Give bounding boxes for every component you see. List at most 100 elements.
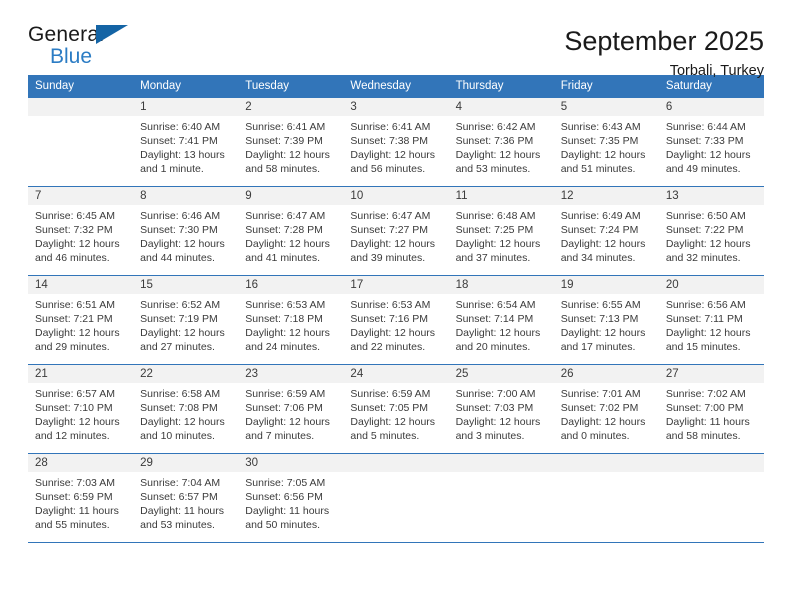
calendar-day-cell[interactable]: 26 Sunrise: 7:01 AM Sunset: 7:02 PM Dayligh…	[553, 364, 659, 454]
calendar-day-cell[interactable]: 24 Sunrise: 6:59 AM Sunset: 7:05 PM Dayligh…	[343, 364, 449, 454]
calendar-day-cell[interactable]: 18 Sunrise: 6:54 AM Sunset: 7:14 PM Dayligh…	[448, 275, 554, 365]
calendar-day-cell[interactable]: 22 Sunrise: 6:58 AM Sunset: 7:08 PM Dayligh…	[133, 364, 239, 454]
day-details	[554, 472, 659, 476]
day-number: 21	[28, 365, 134, 383]
day-number: 3	[343, 98, 449, 116]
calendar-day-cell[interactable]: 19 Sunrise: 6:55 AM Sunset: 7:13 PM Dayligh…	[553, 275, 659, 365]
calendar-day-cell[interactable]: 4 Sunrise: 6:42 AM Sunset: 7:36 PM Daylight…	[448, 97, 554, 187]
day-number: 30	[238, 454, 344, 472]
title-block: September 2025 Torbali, Turkey	[564, 24, 764, 79]
day-detail-line: Sunset: 7:32 PM	[35, 224, 113, 236]
calendar-day-cell[interactable]: 16 Sunrise: 6:53 AM Sunset: 7:18 PM Dayligh…	[238, 275, 344, 365]
calendar-day-cell[interactable]: 2 Sunrise: 6:41 AM Sunset: 7:39 PM Daylight…	[238, 97, 344, 187]
day-number: 1	[133, 98, 239, 116]
day-detail-line: Daylight: 12 hours	[455, 149, 541, 161]
calendar-week-row: 1 Sunrise: 6:40 AM Sunset: 7:41 PM Daylight…	[28, 97, 764, 187]
calendar-day-cell[interactable]: 13 Sunrise: 6:50 AM Sunset: 7:22 PM Dayligh…	[658, 186, 764, 276]
day-details: Sunrise: 6:56 AM Sunset: 7:11 PM Daylight:…	[659, 294, 764, 354]
calendar-week-row: 7 Sunrise: 6:45 AM Sunset: 7:32 PM Daylight…	[28, 186, 764, 276]
day-detail-line: Sunrise: 6:53 AM	[245, 299, 326, 311]
calendar-day-cell[interactable]: 25 Sunrise: 7:00 AM Sunset: 7:03 PM Dayligh…	[448, 364, 554, 454]
calendar-day-cell[interactable]: 11 Sunrise: 6:48 AM Sunset: 7:25 PM Dayligh…	[448, 186, 554, 276]
day-number: 4	[448, 98, 554, 116]
day-detail-line: and 5 minutes.	[350, 430, 420, 442]
day-detail-line: Sunset: 7:11 PM	[665, 313, 743, 325]
day-detail-line: Sunrise: 6:59 AM	[350, 388, 431, 400]
day-detail-line: and 53 minutes.	[140, 519, 215, 531]
day-details: Sunrise: 6:58 AM Sunset: 7:08 PM Daylight:…	[133, 383, 238, 443]
calendar-week-row: 21 Sunrise: 6:57 AM Sunset: 7:10 PM Dayligh…	[28, 364, 764, 454]
day-detail-line: Sunrise: 7:02 AM	[665, 388, 746, 400]
calendar-day-cell[interactable]: 14 Sunrise: 6:51 AM Sunset: 7:21 PM Dayligh…	[28, 275, 134, 365]
day-details	[28, 116, 133, 120]
day-number: 13	[658, 187, 764, 205]
day-details: Sunrise: 6:59 AM Sunset: 7:06 PM Daylight:…	[238, 383, 343, 443]
day-detail-line: Daylight: 11 hours	[245, 505, 330, 517]
day-detail-line: Sunrise: 6:46 AM	[140, 210, 221, 222]
day-number: 17	[343, 276, 449, 294]
calendar-day-cell[interactable]: 7 Sunrise: 6:45 AM Sunset: 7:32 PM Daylight…	[28, 186, 134, 276]
day-detail-line: and 12 minutes.	[35, 430, 110, 442]
day-details: Sunrise: 7:00 AM Sunset: 7:03 PM Daylight:…	[449, 383, 554, 443]
day-detail-line: Sunrise: 7:03 AM	[35, 477, 115, 489]
day-detail-line: Sunrise: 6:41 AM	[245, 121, 326, 133]
calendar-day-cell[interactable]: 21 Sunrise: 6:57 AM Sunset: 7:10 PM Dayligh…	[28, 364, 134, 454]
day-detail-line: Sunset: 7:33 PM	[665, 135, 744, 147]
day-details: Sunrise: 6:46 AM Sunset: 7:30 PM Daylight:…	[133, 205, 238, 265]
day-details: Sunrise: 6:48 AM Sunset: 7:25 PM Daylight:…	[449, 205, 554, 265]
day-detail-line: Sunrise: 6:42 AM	[455, 121, 536, 133]
day-detail-line: Sunrise: 6:44 AM	[665, 121, 746, 133]
calendar-week-row: 14 Sunrise: 6:51 AM Sunset: 7:21 PM Dayligh…	[28, 275, 764, 365]
calendar-day-cell[interactable]: 23 Sunrise: 6:59 AM Sunset: 7:06 PM Dayligh…	[238, 364, 344, 454]
day-detail-line: Daylight: 12 hours	[350, 149, 436, 161]
calendar-day-cell[interactable]: 8 Sunrise: 6:46 AM Sunset: 7:30 PM Daylight…	[133, 186, 239, 276]
day-detail-line: Sunset: 7:25 PM	[455, 224, 534, 236]
day-detail-line: Sunrise: 6:51 AM	[35, 299, 115, 311]
calendar-day-cell[interactable]: 27 Sunrise: 7:02 AM Sunset: 7:00 PM Dayligh…	[658, 364, 764, 454]
day-detail-line: Sunrise: 6:49 AM	[560, 210, 641, 222]
day-detail-line: Sunset: 7:06 PM	[245, 402, 323, 414]
day-number: 8	[133, 187, 239, 205]
day-details: Sunrise: 7:02 AM Sunset: 7:00 PM Daylight:…	[659, 383, 764, 443]
calendar-day-cell[interactable]: 17 Sunrise: 6:53 AM Sunset: 7:16 PM Dayligh…	[343, 275, 449, 365]
brand-logo[interactable]: General Blue	[28, 24, 148, 74]
day-detail-line: Sunrise: 7:01 AM	[560, 388, 641, 400]
day-detail-line: and 34 minutes.	[560, 252, 636, 264]
day-detail-line: and 46 minutes.	[35, 252, 110, 264]
day-detail-line: Sunset: 7:28 PM	[245, 224, 323, 236]
day-detail-line: and 49 minutes.	[665, 163, 741, 175]
day-number: 11	[448, 187, 554, 205]
day-detail-line: Sunset: 7:03 PM	[455, 402, 534, 414]
calendar-day-cell[interactable]: 20 Sunrise: 6:56 AM Sunset: 7:11 PM Dayligh…	[658, 275, 764, 365]
calendar-day-cell[interactable]: 12 Sunrise: 6:49 AM Sunset: 7:24 PM Dayligh…	[553, 186, 659, 276]
calendar-day-cell[interactable]: 30 Sunrise: 7:05 AM Sunset: 6:56 PM Dayligh…	[238, 453, 344, 543]
calendar-day-cell[interactable]: 6 Sunrise: 6:44 AM Sunset: 7:33 PM Daylight…	[658, 97, 764, 187]
day-detail-line: Sunset: 7:00 PM	[665, 402, 744, 414]
day-detail-line: Daylight: 12 hours	[455, 327, 541, 339]
day-detail-line: Sunset: 7:36 PM	[455, 135, 534, 147]
day-detail-line: Sunset: 7:10 PM	[35, 402, 113, 414]
weekday-header-sunday: Sunday	[28, 75, 134, 98]
day-detail-line: and 20 minutes.	[455, 341, 531, 353]
calendar-day-cell[interactable]: 3 Sunrise: 6:41 AM Sunset: 7:38 PM Daylight…	[343, 97, 449, 187]
day-details: Sunrise: 6:54 AM Sunset: 7:14 PM Daylight:…	[449, 294, 554, 354]
day-number: 6	[658, 98, 764, 116]
calendar-day-cell[interactable]: 29 Sunrise: 7:04 AM Sunset: 6:57 PM Dayligh…	[133, 453, 239, 543]
calendar-day-cell[interactable]: 28 Sunrise: 7:03 AM Sunset: 6:59 PM Dayligh…	[28, 453, 134, 543]
calendar-day-cell[interactable]: 1 Sunrise: 6:40 AM Sunset: 7:41 PM Daylight…	[133, 97, 239, 187]
calendar-day-cell[interactable]: 9 Sunrise: 6:47 AM Sunset: 7:28 PM Daylight…	[238, 186, 344, 276]
day-details	[343, 472, 448, 476]
day-number: 26	[553, 365, 659, 383]
calendar-day-cell[interactable]: 5 Sunrise: 6:43 AM Sunset: 7:35 PM Daylight…	[553, 97, 659, 187]
day-detail-line: Sunrise: 6:47 AM	[245, 210, 326, 222]
day-detail-line: Sunrise: 6:52 AM	[140, 299, 221, 311]
day-detail-line: Daylight: 12 hours	[455, 416, 541, 428]
calendar-day-cell[interactable]: 15 Sunrise: 6:52 AM Sunset: 7:19 PM Dayligh…	[133, 275, 239, 365]
calendar-grid: Sunday Monday Tuesday Wednesday Thursday Frid…	[28, 75, 764, 543]
calendar-day-cell[interactable]: 10 Sunrise: 6:47 AM Sunset: 7:27 PM Dayligh…	[343, 186, 449, 276]
day-detail-line: and 22 minutes.	[350, 341, 426, 353]
calendar-day-cell-empty	[28, 97, 134, 187]
page-subtitle: Torbali, Turkey	[669, 63, 764, 80]
day-number	[658, 454, 764, 472]
day-detail-line: Sunrise: 6:56 AM	[665, 299, 746, 311]
